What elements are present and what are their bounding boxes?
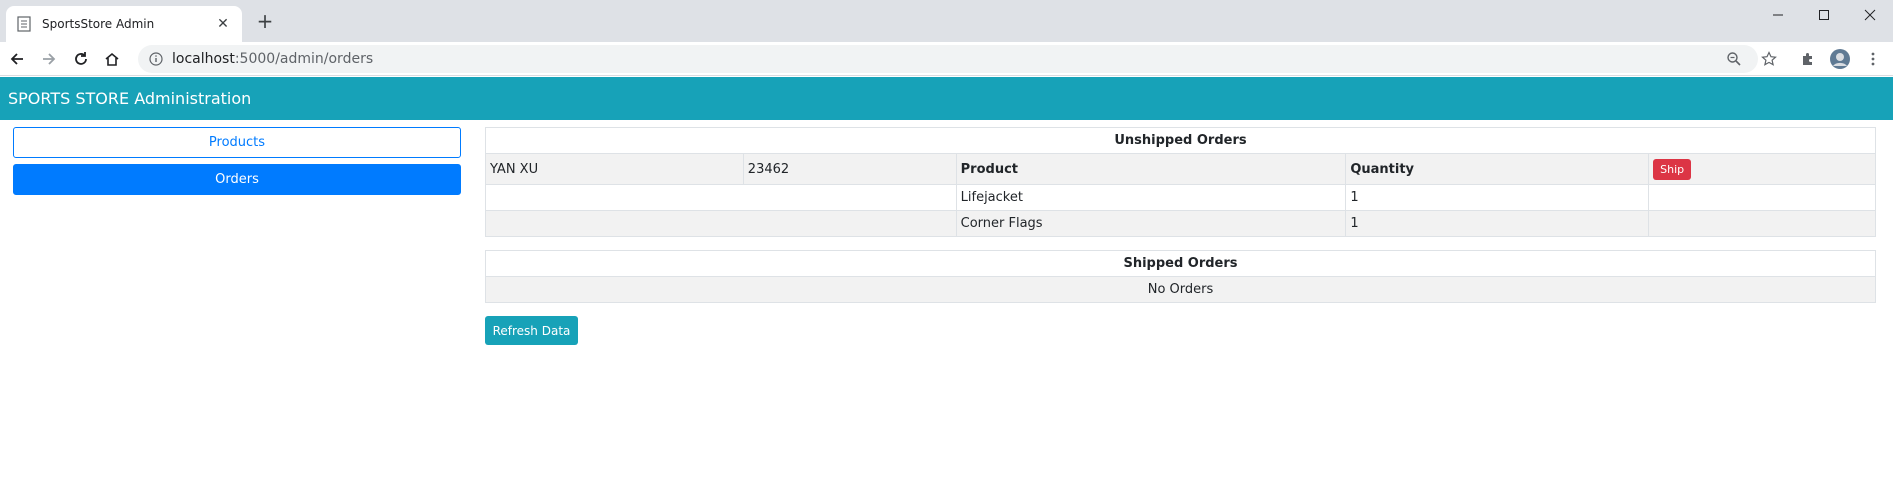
ship-button[interactable]: Ship [1653,158,1692,180]
no-orders-text: No Orders [485,276,1876,303]
customer-name: YAN XU [485,153,744,185]
line-product: Corner Flags [955,210,1347,237]
new-tab-button[interactable]: + [254,9,276,33]
sidebar-item-orders[interactable]: Orders [13,164,461,195]
line-quantity: 1 [1345,184,1650,211]
close-tab-icon[interactable]: ✕ [214,15,232,33]
empty-cell [485,210,957,237]
star-icon[interactable] [1758,48,1780,70]
address-bar[interactable]: localhost:5000/admin/orders [138,45,1758,73]
table-header-row: Unshipped Orders [485,127,1876,154]
shipped-orders-table: Shipped Orders No Orders [485,250,1876,303]
extensions-icon[interactable] [1797,48,1819,70]
zoom-icon[interactable] [1726,45,1742,73]
product-header: Product [955,153,1347,185]
minimize-icon[interactable] [1755,0,1801,30]
tab-title: SportsStore Admin [42,17,155,31]
browser-toolbar: localhost:5000/admin/orders [0,42,1893,76]
browser-tab[interactable]: SportsStore Admin ✕ [6,6,242,42]
table-row: Corner Flags 1 [485,210,1876,237]
shipped-orders-title: Shipped Orders [485,250,1876,277]
ship-cell: Ship [1648,153,1876,185]
forward-arrow-icon[interactable] [38,48,60,70]
table-row: YAN XU 23462 Product Quantity Ship [485,153,1876,185]
customer-zip: 23462 [742,153,957,185]
empty-cell [1648,184,1876,211]
url-text: localhost:5000/admin/orders [172,51,373,67]
table-header-row: Shipped Orders [485,250,1876,277]
unshipped-orders-title: Unshipped Orders [485,127,1876,154]
reload-icon[interactable] [70,48,92,70]
refresh-data-button[interactable]: Refresh Data [485,316,578,345]
empty-cell [1648,210,1876,237]
url-path: :5000/admin/orders [234,51,374,67]
line-product: Lifejacket [955,184,1347,211]
back-arrow-icon[interactable] [6,48,28,70]
empty-cell [485,184,957,211]
browser-tabstrip: SportsStore Admin ✕ + [0,0,1893,42]
quantity-header: Quantity [1345,153,1650,185]
avatar[interactable] [1828,48,1852,70]
unshipped-orders-table: Unshipped Orders YAN XU 23462 Product Qu… [485,127,1876,237]
maximize-icon[interactable] [1801,0,1847,30]
menu-dots-icon[interactable] [1862,48,1884,70]
page-icon [16,16,32,32]
app-title: SPORTS STORE Administration [8,89,252,108]
sidebar-item-products[interactable]: Products [13,127,461,158]
app-header: SPORTS STORE Administration [0,77,1893,120]
url-host: localhost [172,51,235,67]
line-quantity: 1 [1345,210,1650,237]
info-icon[interactable] [148,51,164,67]
home-icon[interactable] [101,48,123,70]
window-close-icon[interactable] [1847,0,1893,30]
table-row: No Orders [485,276,1876,303]
table-row: Lifejacket 1 [485,184,1876,211]
